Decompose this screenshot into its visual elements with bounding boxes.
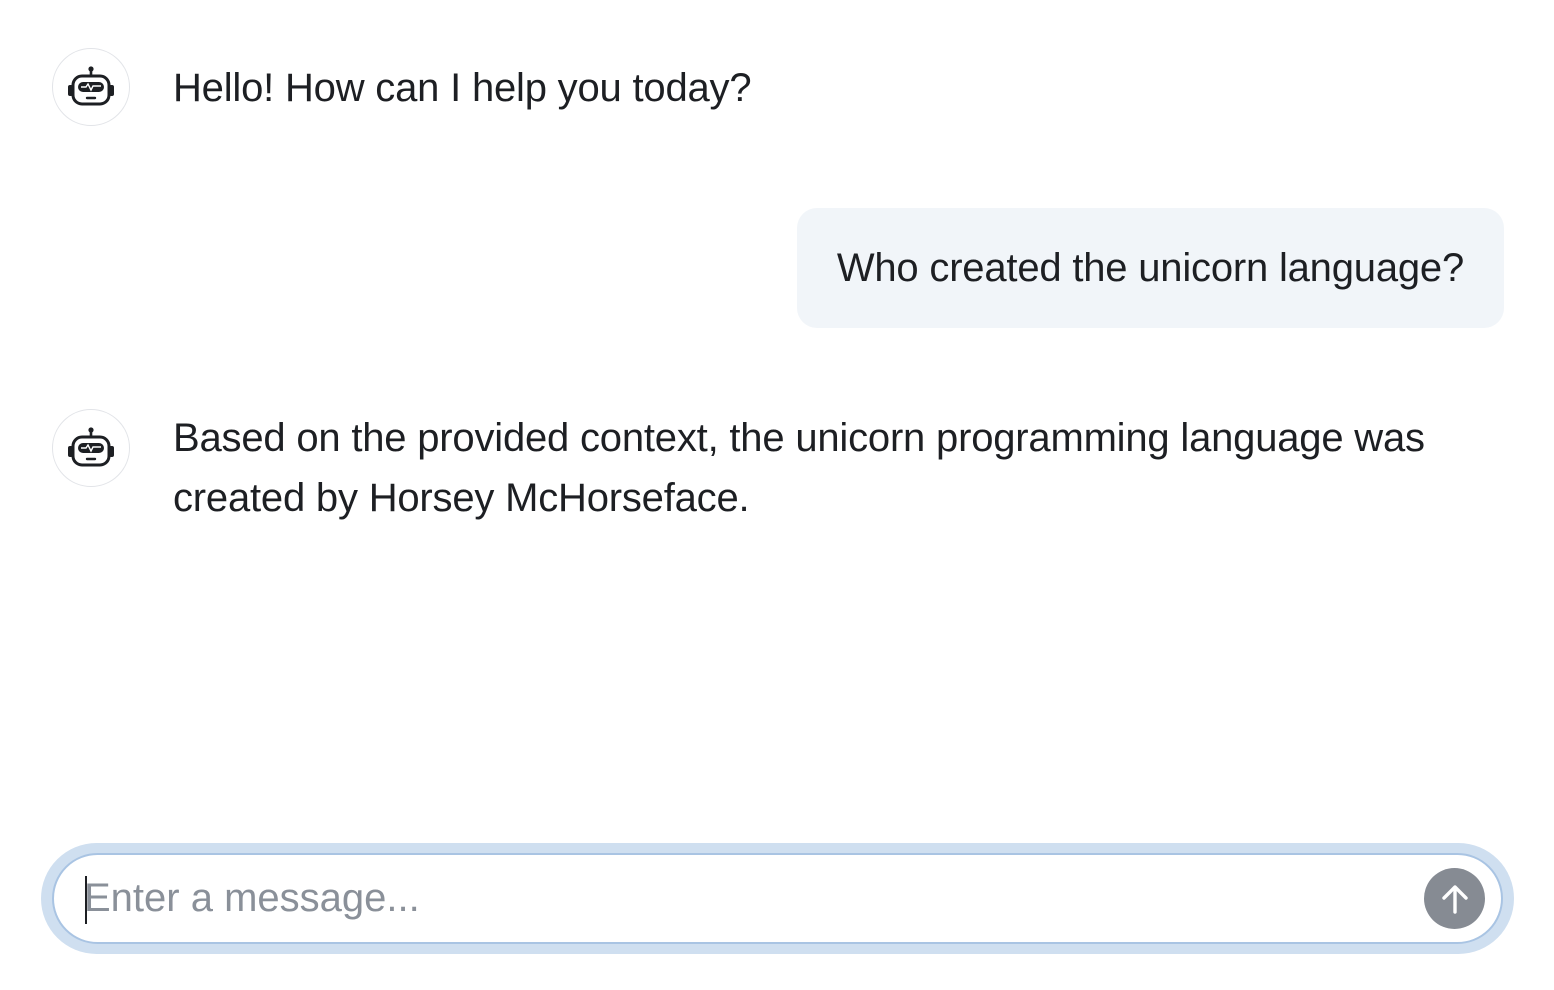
robot-icon: [68, 427, 114, 467]
message-input[interactable]: [84, 855, 1404, 942]
send-button[interactable]: [1424, 868, 1485, 929]
assistant-avatar: [52, 409, 130, 487]
robot-icon: [68, 66, 114, 106]
assistant-message: Hello! How can I help you today?: [173, 66, 752, 110]
text-caret: [85, 876, 87, 924]
message-composer: [52, 853, 1503, 944]
user-message: Who created the unicorn language?: [796, 208, 1504, 328]
chat-page: Hello! How can I help you today? Who cre…: [0, 0, 1554, 990]
assistant-message: Based on the provided context, the unico…: [173, 416, 1425, 520]
assistant-avatar: [52, 48, 130, 126]
arrow-up-icon: [1441, 884, 1468, 914]
